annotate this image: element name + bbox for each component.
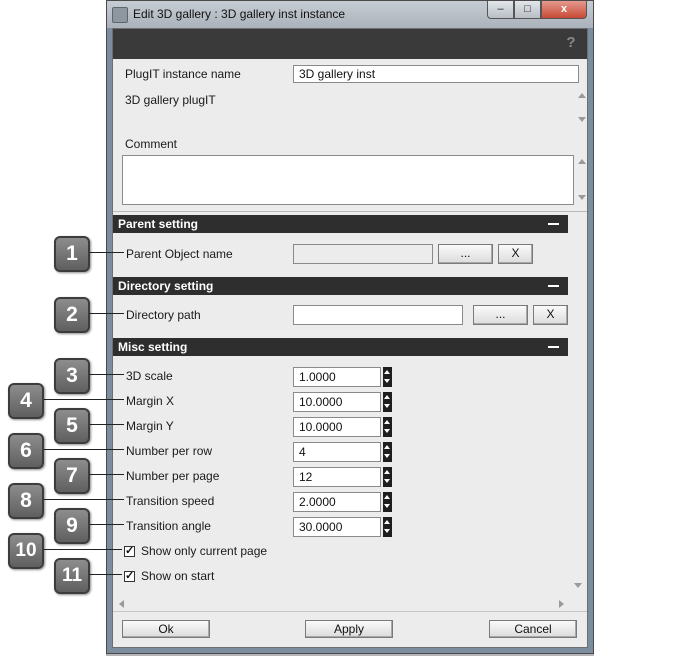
divider (113, 211, 587, 212)
collapse-icon[interactable] (548, 338, 560, 356)
description-scrollbar[interactable] (575, 89, 587, 127)
parent-browse-button[interactable]: ... (438, 244, 493, 264)
callout-badge-6: 6 (8, 433, 44, 469)
directory-path-field[interactable] (293, 305, 463, 325)
collapse-icon[interactable] (548, 277, 560, 295)
transition-angle-input[interactable]: 30.0000 (293, 517, 381, 537)
show-current-page-checkbox[interactable]: ✓ (124, 546, 135, 557)
callout-badge-2: 2 (54, 297, 90, 333)
callout-leader (90, 574, 122, 575)
margin-x-input[interactable]: 10.0000 (293, 392, 381, 412)
callout-leader (90, 374, 124, 375)
margin-x-stepper[interactable] (383, 392, 392, 412)
toolbar: ? (113, 29, 587, 59)
callout-badge-8: 8 (8, 483, 44, 519)
dialog-window: Edit 3D gallery : 3D gallery inst instan… (106, 0, 594, 654)
margin-x-label: Margin X (126, 394, 175, 408)
callout-leader (90, 524, 124, 525)
callout-badge-10: 10 (8, 533, 44, 569)
scroll-right-icon[interactable] (559, 600, 564, 608)
comment-scrollbar[interactable] (575, 155, 587, 205)
callout-badge-7: 7 (54, 458, 90, 494)
section-title: Directory setting (118, 279, 214, 293)
callout-leader (44, 449, 124, 450)
directory-setting-header[interactable]: Directory setting (113, 277, 568, 295)
number-per-page-stepper[interactable] (383, 467, 392, 487)
transition-angle-label: Transition angle (126, 519, 211, 533)
window-title: Edit 3D gallery : 3D gallery inst instan… (133, 7, 346, 21)
comment-textarea[interactable] (122, 155, 574, 205)
scroll-down-icon[interactable] (574, 583, 582, 588)
callout-leader (44, 399, 124, 400)
callout-leader (90, 474, 124, 475)
transition-speed-label: Transition speed (126, 494, 215, 508)
callout-leader (90, 313, 124, 314)
margin-y-label: Margin Y (126, 419, 174, 433)
app-icon (112, 7, 128, 23)
scroll-down-icon[interactable] (578, 195, 586, 200)
collapse-icon[interactable] (548, 215, 560, 233)
parent-clear-button[interactable]: X (498, 244, 533, 264)
directory-clear-button[interactable]: X (533, 305, 568, 325)
plugit-name-label: 3D gallery plugIT (125, 93, 216, 107)
transition-speed-input[interactable]: 2.0000 (293, 492, 381, 512)
callout-badge-3: 3 (54, 358, 90, 394)
show-on-start-checkbox[interactable]: ✓ (124, 571, 135, 582)
callout-leader (90, 252, 124, 253)
directory-browse-button[interactable]: ... (473, 305, 528, 325)
instance-name-field[interactable]: 3D gallery inst (293, 65, 579, 83)
parent-object-field[interactable] (293, 244, 433, 264)
ok-button[interactable]: Ok (122, 620, 210, 638)
margin-y-stepper[interactable] (383, 417, 392, 437)
maximize-button[interactable]: □ (514, 1, 541, 19)
minimize-button[interactable]: – (487, 1, 514, 19)
scale-stepper[interactable] (383, 367, 392, 387)
number-per-row-stepper[interactable] (383, 442, 392, 462)
number-per-row-label: Number per row (126, 444, 213, 458)
section-title: Parent setting (118, 217, 199, 231)
number-per-row-input[interactable]: 4 (293, 442, 381, 462)
help-icon[interactable]: ? (563, 35, 579, 51)
apply-button[interactable]: Apply (305, 620, 393, 638)
settings-vertical-scrollbar[interactable] (571, 215, 585, 595)
callout-leader (44, 549, 122, 550)
settings-horizontal-scrollbar[interactable] (113, 597, 568, 611)
section-title: Misc setting (118, 340, 188, 354)
parent-setting-header[interactable]: Parent setting (113, 215, 568, 233)
close-button[interactable]: x (541, 1, 587, 19)
dialog-footer: Ok Apply Cancel (113, 611, 587, 647)
transition-speed-stepper[interactable] (383, 492, 392, 512)
instance-name-label: PlugIT instance name (125, 67, 241, 81)
callout-badge-11: 11 (54, 558, 90, 594)
misc-setting-header[interactable]: Misc setting (113, 338, 568, 356)
callout-leader (90, 424, 124, 425)
callout-leader (44, 499, 124, 500)
directory-path-label: Directory path (126, 308, 201, 322)
scale-label: 3D scale (126, 369, 173, 383)
show-current-page-label: Show only current page (141, 544, 268, 558)
callout-badge-9: 9 (54, 508, 90, 544)
parent-object-label: Parent Object name (126, 247, 233, 261)
callout-badge-5: 5 (54, 408, 90, 444)
number-per-page-label: Number per page (126, 469, 220, 483)
dialog-content: ? PlugIT instance name 3D gallery inst 3… (112, 28, 588, 648)
callout-badge-4: 4 (8, 383, 44, 419)
number-per-page-input[interactable]: 12 (293, 467, 381, 487)
scroll-left-icon[interactable] (119, 600, 124, 608)
cancel-button[interactable]: Cancel (489, 620, 577, 638)
scroll-up-icon[interactable] (578, 159, 586, 164)
scroll-up-icon[interactable] (578, 93, 586, 98)
margin-y-input[interactable]: 10.0000 (293, 417, 381, 437)
title-bar[interactable]: Edit 3D gallery : 3D gallery inst instan… (107, 1, 593, 28)
comment-label: Comment (125, 137, 178, 151)
scale-input[interactable]: 1.0000 (293, 367, 381, 387)
transition-angle-stepper[interactable] (383, 517, 392, 537)
callout-badge-1: 1 (54, 236, 90, 272)
scroll-down-icon[interactable] (578, 117, 586, 122)
show-on-start-label: Show on start (141, 569, 215, 583)
